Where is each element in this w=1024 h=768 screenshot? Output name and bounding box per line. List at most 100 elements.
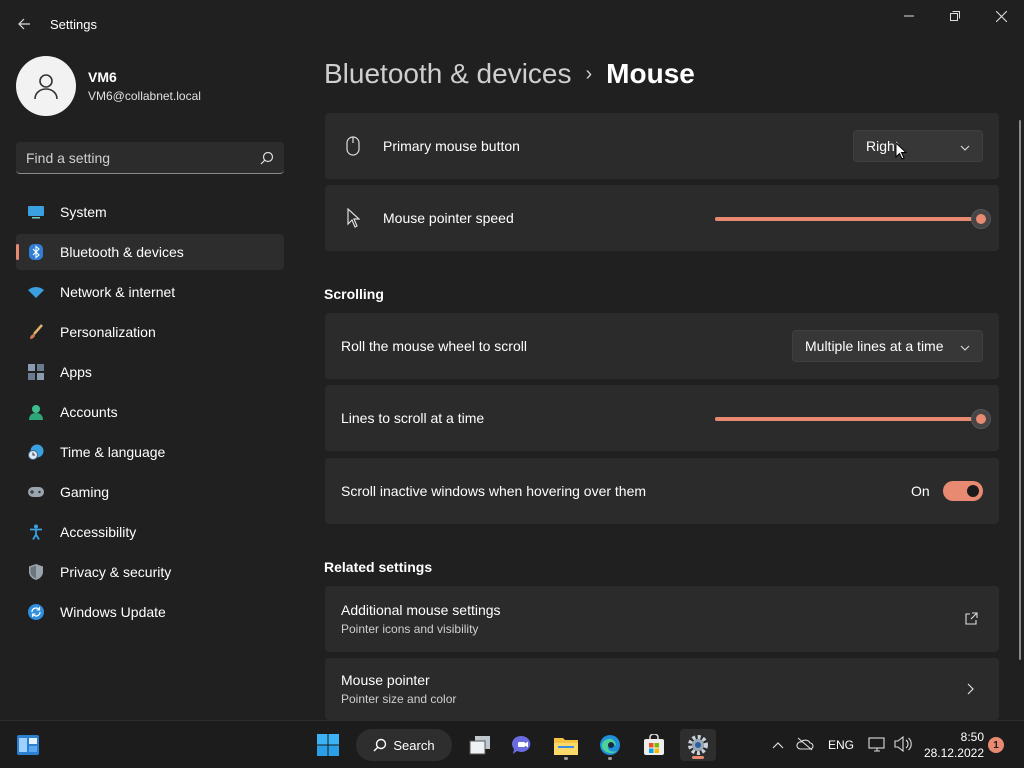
bluetooth-icon [28, 244, 44, 260]
sidebar-item-system[interactable]: System [16, 194, 284, 230]
sidebar-item-windows-update[interactable]: Windows Update [16, 594, 284, 630]
widgets-button[interactable] [10, 729, 46, 761]
close-button[interactable] [978, 0, 1024, 32]
search-icon [373, 738, 387, 752]
profile-name: VM6 [88, 69, 117, 85]
breadcrumb-parent-link[interactable]: Bluetooth & devices [324, 58, 572, 90]
clock-time: 8:50 [960, 730, 984, 744]
scroll-inactive-card: Scroll inactive windows when hovering ov… [325, 458, 999, 524]
gear-icon [688, 735, 708, 755]
apps-icon [28, 364, 44, 380]
sidebar-item-label: Windows Update [60, 604, 166, 620]
task-view-button[interactable] [462, 729, 498, 761]
notification-badge[interactable]: 1 [988, 737, 1004, 753]
sidebar-item-privacy-security[interactable]: Privacy & security [16, 554, 284, 590]
show-hidden-icons-button[interactable] [772, 738, 784, 752]
lines-to-scroll-card: Lines to scroll at a time [325, 385, 999, 451]
language-indicator[interactable]: ENG [828, 738, 854, 752]
settings-taskbar-button[interactable] [680, 729, 716, 761]
chat-button[interactable] [504, 729, 540, 761]
onedrive-status[interactable] [796, 737, 814, 754]
mouse-cursor-icon [895, 142, 907, 160]
sidebar-item-gaming[interactable]: Gaming [16, 474, 284, 510]
pointer-speed-slider[interactable] [715, 209, 991, 229]
chevron-down-icon [948, 338, 970, 354]
start-button[interactable] [310, 729, 346, 761]
gamepad-icon [28, 484, 44, 500]
pointer-icon [341, 206, 365, 230]
sidebar-item-apps[interactable]: Apps [16, 354, 284, 390]
additional-mouse-settings-link[interactable]: Additional mouse settings Pointer icons … [325, 586, 999, 652]
slider-fill [715, 417, 981, 421]
settings-search[interactable] [16, 142, 284, 174]
edge-browser-icon [600, 735, 620, 755]
sidebar-item-accessibility[interactable]: Accessibility [16, 514, 284, 550]
speaker-icon [894, 735, 912, 752]
search-input[interactable] [26, 149, 260, 166]
clock-globe-icon [28, 444, 44, 460]
sidebar-nav: System Bluetooth & devices Network & int… [16, 194, 284, 634]
sidebar-item-label: Apps [60, 364, 92, 380]
sidebar-item-bluetooth-devices[interactable]: Bluetooth & devices [16, 234, 284, 270]
dropdown-value: Right [866, 138, 899, 154]
mouse-pointer-link[interactable]: Mouse pointer Pointer size and color [325, 658, 999, 720]
active-indicator [692, 756, 704, 759]
running-indicator [564, 757, 568, 760]
update-icon [28, 604, 44, 620]
cloud-offline-icon [796, 737, 814, 750]
user-profile[interactable]: VM6 VM6@collabnet.local [16, 56, 201, 116]
clock-date: 28.12.2022 [923, 746, 984, 760]
avatar [16, 56, 76, 116]
network-status[interactable] [868, 736, 886, 755]
scrolling-section-title: Scrolling [324, 286, 384, 302]
sidebar-item-accounts[interactable]: Accounts [16, 394, 284, 430]
accounts-icon [28, 404, 44, 420]
roll-wheel-card: Roll the mouse wheel to scroll Multiple … [325, 313, 999, 379]
back-arrow-icon [18, 18, 30, 30]
slider-thumb[interactable] [971, 209, 991, 229]
edge-button[interactable] [592, 729, 628, 761]
minimize-button[interactable] [886, 0, 932, 32]
file-explorer-button[interactable] [548, 729, 584, 761]
slider-fill [715, 217, 981, 221]
windows-logo-icon [317, 734, 339, 756]
restore-button[interactable] [932, 0, 978, 32]
related-settings-title: Related settings [324, 559, 433, 575]
sidebar-item-label: Privacy & security [60, 564, 172, 580]
slider-thumb[interactable] [971, 409, 991, 429]
store-button[interactable] [636, 729, 672, 761]
sidebar-item-label: Time & language [60, 444, 166, 460]
sidebar-item-label: Accessibility [60, 524, 137, 540]
taskbar-search-button[interactable]: Search [356, 729, 452, 761]
close-icon [995, 10, 1007, 22]
minimize-icon [904, 15, 914, 17]
taskbar: Search ENG 8:50 28.12.2022 1 [0, 720, 1024, 768]
link-subtitle: Pointer icons and visibility [341, 622, 479, 636]
volume-control[interactable] [894, 735, 912, 755]
system-tray: ENG [772, 721, 912, 768]
scroll-inactive-label: Scroll inactive windows when hovering ov… [341, 483, 647, 499]
sidebar-item-personalization[interactable]: Personalization [16, 314, 284, 350]
scroll-inactive-toggle[interactable] [943, 481, 983, 501]
accessibility-icon [28, 524, 44, 540]
primary-mouse-button-dropdown[interactable]: Right [853, 130, 983, 162]
sidebar-item-label: System [60, 204, 107, 220]
link-title: Additional mouse settings [341, 602, 501, 618]
scrollbar[interactable] [1019, 120, 1021, 660]
sidebar-item-label: Personalization [60, 324, 156, 340]
network-icon [868, 736, 885, 752]
link-title: Mouse pointer [341, 672, 430, 688]
clock[interactable]: 8:50 28.12.2022 [920, 729, 984, 761]
title-bar: Settings [0, 0, 1024, 48]
person-icon [34, 74, 58, 100]
running-indicator [608, 757, 612, 760]
sidebar-item-label: Network & internet [60, 284, 176, 300]
breadcrumb: Bluetooth & devices › Mouse [324, 58, 695, 90]
sidebar-item-network[interactable]: Network & internet [16, 274, 284, 310]
store-icon [644, 734, 664, 755]
sidebar-item-time-language[interactable]: Time & language [16, 434, 284, 470]
lines-to-scroll-slider[interactable] [715, 409, 991, 429]
roll-wheel-dropdown[interactable]: Multiple lines at a time [792, 330, 983, 362]
taskbar-search-label: Search [393, 737, 435, 753]
back-button[interactable] [10, 10, 38, 38]
